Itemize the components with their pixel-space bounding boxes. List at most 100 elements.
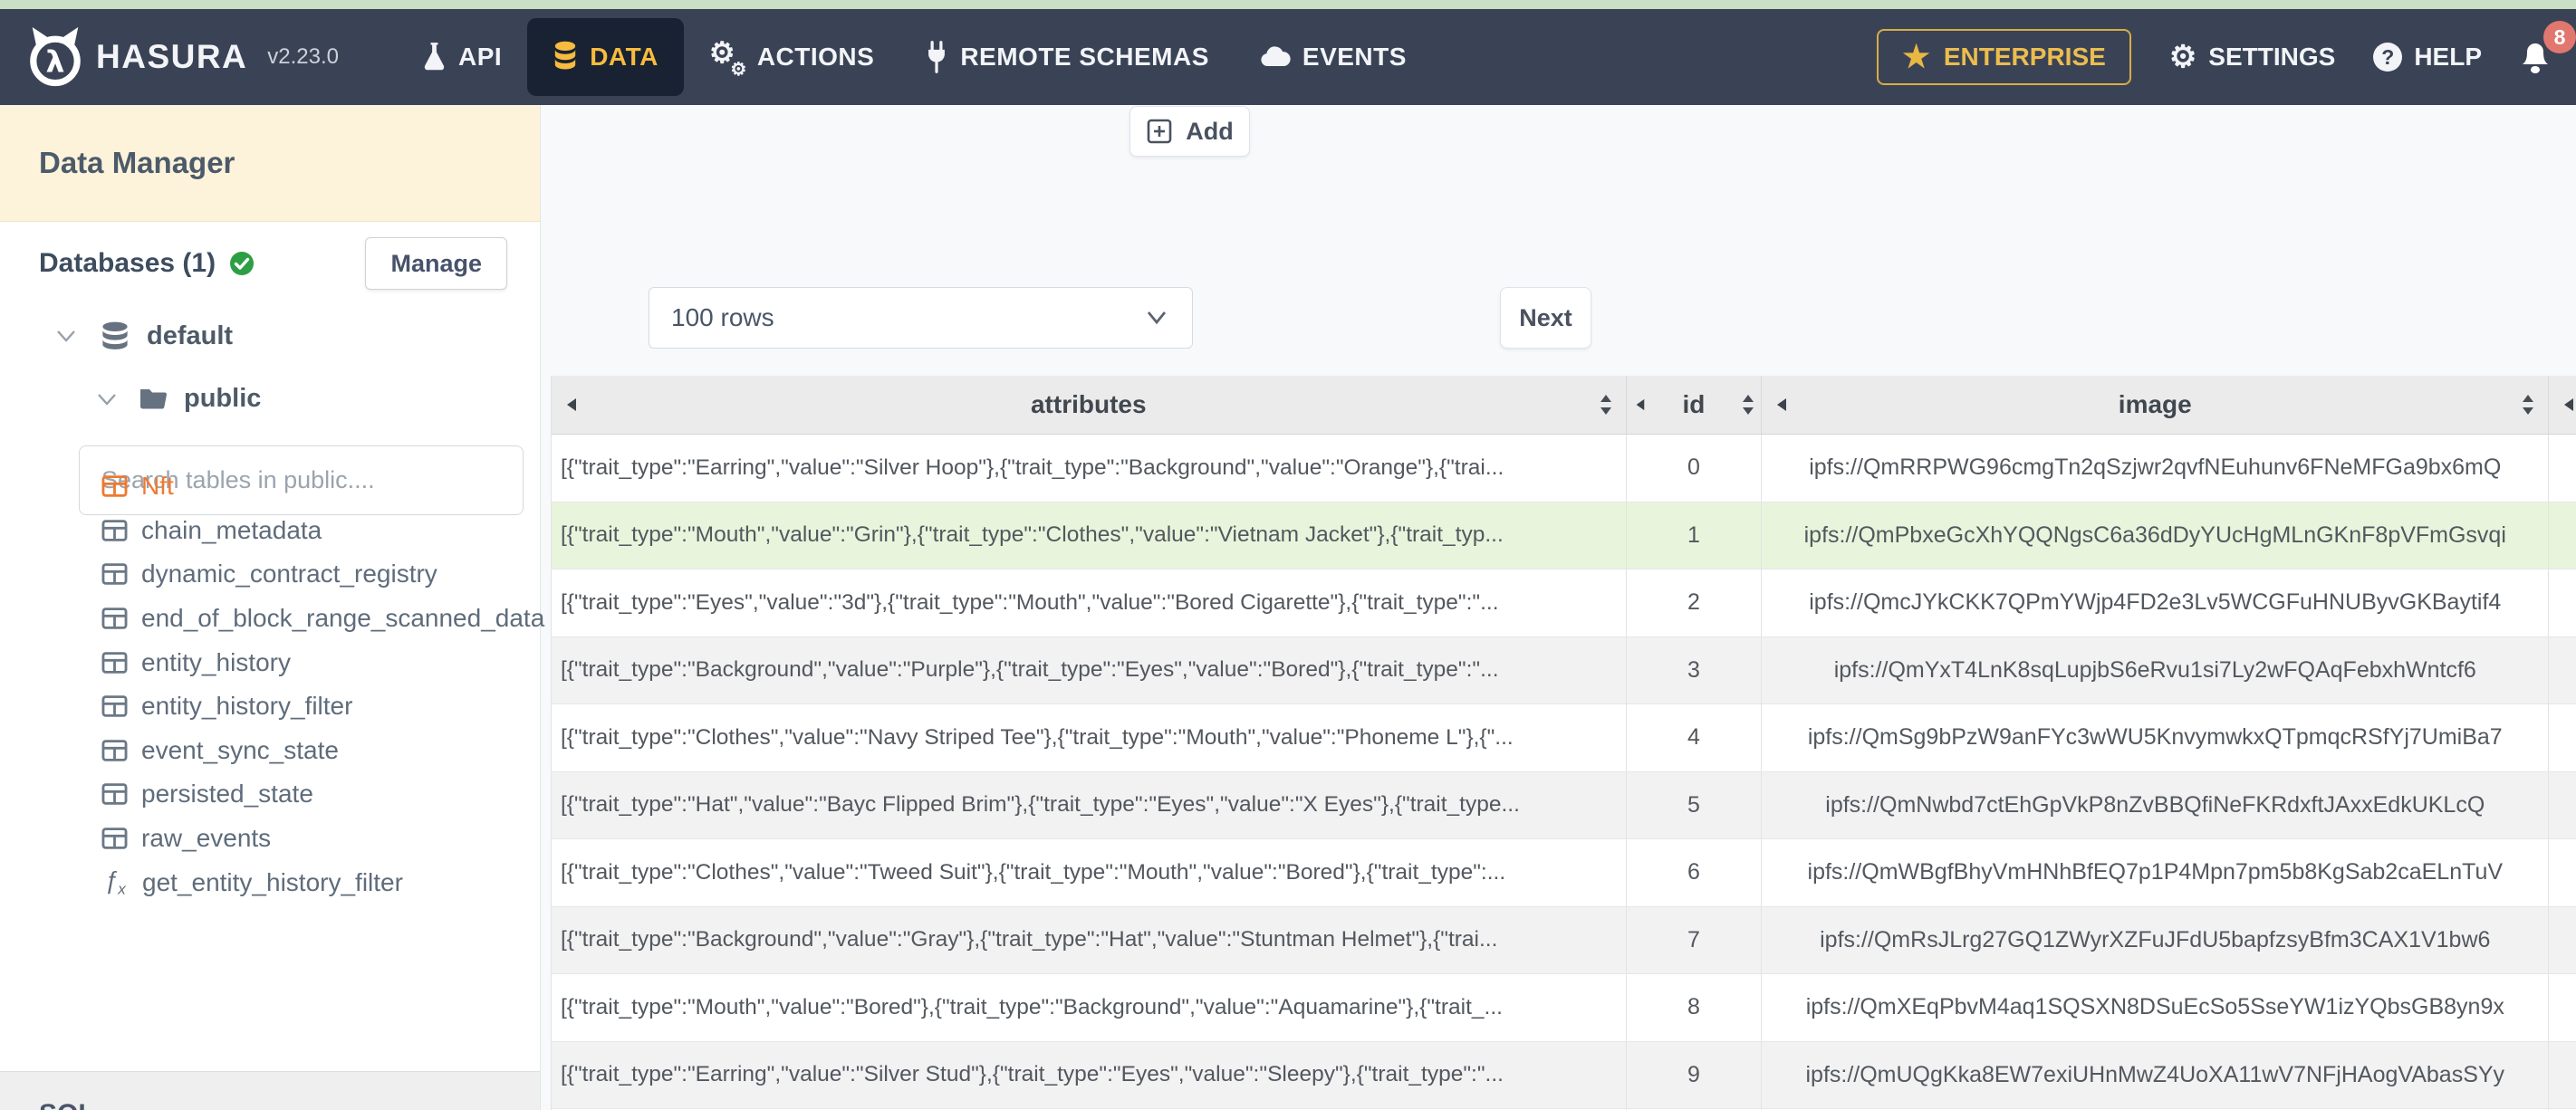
sort-icon[interactable] (2521, 394, 2535, 416)
nav-tab-label: ACTIONS (756, 43, 875, 71)
cell-image: ipfs://QmXEqPbvM4aq1SQSXN8DSuEcSo5SseYW1… (1762, 974, 2550, 1041)
cell-clipped (2549, 502, 2576, 569)
cell-id: 3 (1627, 636, 1763, 703)
table-name: Nft (141, 472, 174, 501)
cell-attributes: [{"trait_type":"Earring","value":"Silver… (552, 435, 1627, 502)
cloud-icon (1260, 45, 1291, 69)
function-icon: ƒx (104, 866, 126, 898)
gears-icon: ⚙ ⚙ (708, 36, 747, 80)
cell-clipped (2549, 839, 2576, 906)
cell-clipped (2549, 569, 2576, 636)
brand[interactable]: λ HASURA v2.23.0 (25, 23, 339, 91)
cell-attributes: [{"trait_type":"Clothes","value":"Navy S… (552, 704, 1627, 771)
databases-row: Databases (1) Manage (39, 236, 507, 291)
table-name: end_of_block_range_scanned_data (141, 604, 545, 633)
folder-open-icon (139, 387, 169, 412)
plug-icon (925, 41, 948, 73)
chevron-down-icon[interactable] (54, 327, 78, 345)
table-name: persisted_state (141, 780, 313, 809)
cell-image: ipfs://QmYxT4LnK8sqLupjbS6eRvu1si7Ly2wFQ… (1762, 636, 2550, 703)
tree-item-database-default[interactable]: default (54, 321, 233, 351)
notifications-button[interactable]: 8 (2514, 21, 2576, 81)
nav-tab-remote-schemas[interactable]: REMOTE SCHEMAS (899, 18, 1235, 96)
cell-image: ipfs://QmNwbd7ctEhGpVkP8nZvBBQfiNeFKRdxf… (1762, 771, 2550, 838)
table-grid-icon (101, 563, 128, 586)
enterprise-button[interactable]: ★ ENTERPRISE (1877, 29, 2131, 85)
brand-name: HASURA (96, 38, 248, 75)
help-button[interactable]: ? HELP (2373, 43, 2482, 72)
sort-icon[interactable] (1599, 394, 1613, 416)
table-row[interactable]: [{"trait_type":"Background","value":"Gra… (552, 906, 2576, 974)
cell-attributes: [{"trait_type":"Mouth","value":"Grin"},{… (552, 502, 1627, 569)
table-item[interactable]: event_sync_state (101, 729, 540, 773)
table-item[interactable]: entity_history (101, 640, 540, 684)
nav-tab-events[interactable]: EVENTS (1235, 18, 1432, 96)
next-label: Next (1519, 303, 1572, 331)
table-item[interactable]: entity_history_filter (101, 684, 540, 729)
collapse-column-icon[interactable] (1774, 397, 1788, 413)
table-grid-icon (101, 783, 128, 806)
nav-tab-api[interactable]: API (397, 18, 527, 96)
collapse-column-icon[interactable] (1634, 397, 1646, 412)
sql-section-label[interactable]: SQL (39, 1099, 540, 1110)
check-circle-icon (228, 250, 255, 277)
flask-icon (422, 41, 447, 73)
column-header-clipped (2549, 376, 2576, 434)
nav-tab-actions[interactable]: ⚙ ⚙ ACTIONS (684, 18, 900, 96)
cell-id: 0 (1627, 435, 1763, 502)
table-row-highlighted[interactable]: [{"trait_type":"Mouth","value":"Grin"},{… (552, 502, 2576, 569)
table-row[interactable]: [{"trait_type":"Hat","value":"Bayc Flipp… (552, 771, 2576, 839)
table-row[interactable]: [{"trait_type":"Clothes","value":"Tweed … (552, 839, 2576, 907)
table-grid-icon (101, 520, 128, 541)
nav-tab-label: API (458, 43, 503, 71)
nav-tab-data[interactable]: DATA (527, 18, 684, 96)
cell-clipped (2549, 907, 2576, 974)
table-item[interactable]: persisted_state (101, 772, 540, 817)
cell-image: ipfs://QmcJYkCKK7QPmYWjp4FD2e3Lv5WCGFuHN… (1762, 569, 2550, 636)
manage-button[interactable]: Manage (365, 237, 507, 290)
collapse-column-icon[interactable] (2562, 397, 2575, 413)
table-item[interactable]: end_of_block_range_scanned_data (101, 597, 544, 641)
cell-clipped (2549, 974, 2576, 1041)
table-row[interactable]: [{"trait_type":"Clothes","value":"Navy S… (552, 704, 2576, 772)
settings-button[interactable]: ⚙ SETTINGS (2169, 42, 2336, 72)
rows-per-page-select[interactable]: 100 rows (649, 287, 1193, 349)
cell-image: ipfs://QmPbxeGcXhYQQNgsC6a36dDyYUcHgMLnG… (1762, 502, 2550, 569)
star-icon: ★ (1902, 40, 1930, 74)
table-row[interactable]: [{"trait_type":"Eyes","value":"3d"},{"tr… (552, 569, 2576, 637)
table-row[interactable]: [{"trait_type":"Earring","value":"Silver… (552, 435, 2576, 502)
column-label: image (2118, 390, 2192, 418)
cell-attributes: [{"trait_type":"Background","value":"Pur… (552, 636, 1627, 703)
help-icon: ? (2373, 43, 2403, 72)
function-item[interactable]: ƒx get_entity_history_filter (101, 860, 540, 904)
cell-id: 8 (1627, 974, 1763, 1041)
table-name: event_sync_state (141, 735, 339, 764)
column-header-attributes: attributes (552, 376, 1627, 434)
cell-id: 9 (1627, 1041, 1763, 1108)
nav-items: API DATA ⚙ ⚙ ACTIONS REMOTE SCHEMAS EVEN… (397, 9, 1432, 105)
table-item[interactable]: chain_metadata (101, 509, 540, 553)
table-item[interactable]: raw_events (101, 817, 540, 861)
sort-icon[interactable] (1741, 394, 1755, 416)
chevron-down-icon[interactable] (95, 390, 119, 408)
hasura-console-screen: λ HASURA v2.23.0 API DATA ⚙ ⚙ ACTIONS RE… (0, 0, 2576, 1110)
table-row[interactable]: [{"trait_type":"Mouth","value":"Bored"},… (552, 974, 2576, 1042)
cell-attributes: [{"trait_type":"Eyes","value":"3d"},{"tr… (552, 569, 1627, 636)
table-name: raw_events (141, 824, 272, 853)
cell-clipped (2549, 637, 2576, 704)
table-item[interactable]: dynamic_contract_registry (101, 552, 540, 597)
column-label: attributes (1030, 390, 1147, 418)
svg-text:λ: λ (46, 44, 65, 80)
top-progress-strip (0, 0, 2576, 9)
cell-image: ipfs://QmRRPWG96cmgTn2qSzjwr2qvfNEuhunv6… (1762, 435, 2550, 502)
next-page-button[interactable]: Next (1500, 287, 1591, 349)
table-item-nft[interactable]: Nft (101, 464, 540, 509)
table-row[interactable]: [{"trait_type":"Earring","value":"Silver… (552, 1041, 2576, 1109)
cell-clipped (2549, 704, 2576, 771)
tree-item-schema-public[interactable]: public (95, 384, 261, 414)
table-row[interactable]: [{"trait_type":"Background","value":"Pur… (552, 636, 2576, 704)
databases-label: Databases (1) (39, 248, 216, 278)
cell-attributes: [{"trait_type":"Clothes","value":"Tweed … (552, 839, 1627, 906)
collapse-column-icon[interactable] (564, 397, 578, 413)
add-row-button[interactable]: Add (1129, 106, 1250, 157)
